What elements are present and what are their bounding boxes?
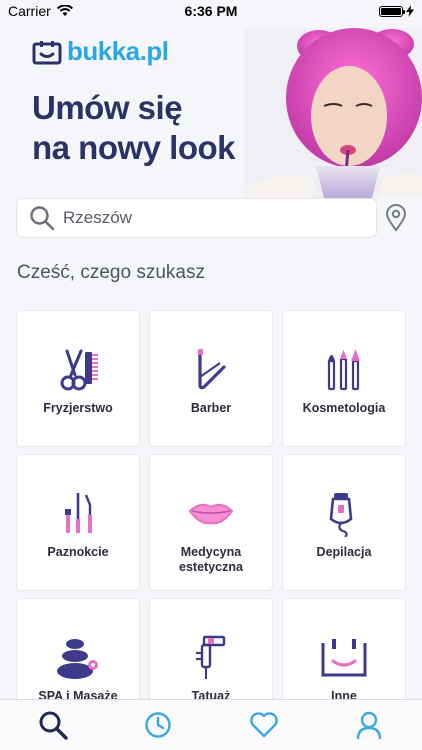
category-label: Paznokcie: [47, 545, 109, 559]
battery-icon: [379, 5, 405, 17]
category-tile-barber[interactable]: Barber: [149, 310, 273, 447]
category-label: Kosmetologia: [302, 401, 386, 415]
charging-bolt-icon: [406, 5, 414, 17]
tab-history[interactable]: [133, 705, 183, 745]
search-icon: [30, 206, 55, 231]
clock-icon: [145, 712, 171, 738]
search-icon: [39, 711, 68, 740]
heart-icon: [249, 712, 278, 738]
category-tile-kosmetologia[interactable]: Kosmetologia: [282, 310, 406, 447]
status-left: Carrier: [8, 3, 73, 19]
bukka-logo-icon: [32, 40, 62, 64]
location-button[interactable]: [384, 204, 408, 232]
scissors-comb-icon: [53, 347, 103, 393]
epilator-icon: [319, 491, 369, 537]
search-box[interactable]: [16, 198, 377, 238]
hero-banner: bukka.pl Umów się na nowy look: [0, 0, 422, 198]
nail-tools-icon: [53, 491, 103, 537]
category-label: Barber: [190, 401, 232, 415]
user-icon: [357, 711, 382, 740]
spa-stones-icon: [53, 635, 103, 681]
tab-favorites[interactable]: [239, 705, 289, 745]
tattoo-machine-icon: [186, 635, 236, 681]
headline-line-1: Umów się: [32, 89, 183, 126]
category-label: Depilacja: [316, 545, 372, 559]
carrier-label: Carrier: [8, 3, 51, 19]
category-tile-depilacja[interactable]: Depilacja: [282, 454, 406, 591]
headline-line-2: na nowy look: [32, 129, 236, 166]
status-right: [379, 5, 414, 17]
wifi-icon: [56, 5, 73, 16]
logo: bukka.pl: [32, 36, 169, 67]
category-tile-paznokcie[interactable]: Paznokcie: [16, 454, 140, 591]
razor-icon: [186, 347, 236, 393]
tab-bar: [0, 699, 422, 750]
category-label: Medycyna estetyczna: [179, 545, 243, 574]
lips-icon: [186, 491, 236, 537]
greeting-text: Cześć, czego szukasz: [17, 262, 205, 283]
location-pin-icon: [385, 204, 407, 232]
logo-text: bukka.pl: [67, 36, 169, 66]
makeup-brushes-icon: [319, 347, 369, 393]
search-input[interactable]: [63, 208, 343, 228]
status-bar: Carrier 6:36 PM: [0, 0, 422, 22]
category-label: Fryzjerstwo: [43, 401, 113, 415]
tab-profile[interactable]: [344, 705, 394, 745]
tab-search[interactable]: [28, 705, 78, 745]
category-tile-fryzjerstwo[interactable]: Fryzjerstwo: [16, 310, 140, 447]
other-box-icon: [319, 635, 369, 681]
hero-headline: Umów się na nowy look: [32, 88, 272, 168]
category-tile-medycyna-estetyczna[interactable]: Medycyna estetyczna: [149, 454, 273, 591]
